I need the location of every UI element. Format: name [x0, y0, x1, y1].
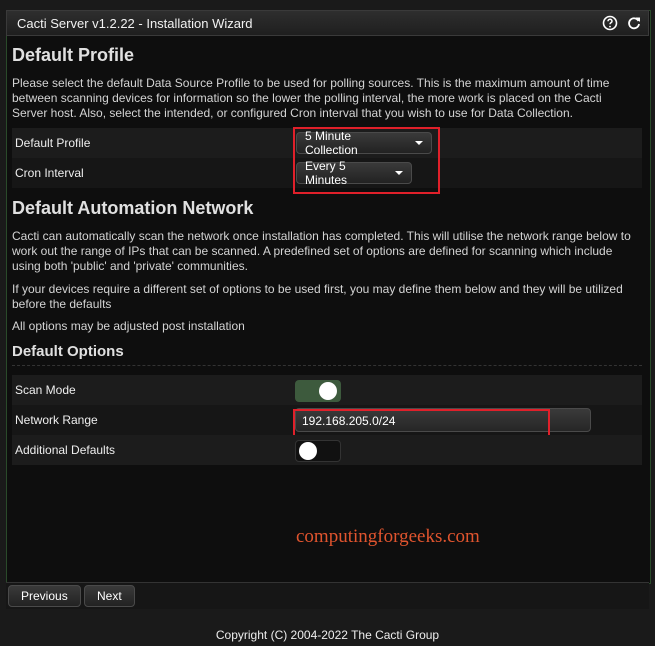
default-profile-label: Default Profile [15, 136, 91, 150]
default-profile-heading: Default Profile [12, 45, 135, 65]
highlight-box-network [293, 409, 550, 437]
automation-para-3: All options may be adjusted post install… [12, 319, 245, 333]
scan-mode-toggle[interactable] [295, 380, 341, 402]
additional-defaults-row: Additional Defaults [12, 435, 642, 465]
default-options-heading: Default Options [12, 343, 124, 360]
highlight-box-profile [293, 127, 440, 194]
automation-para-1: Cacti can automatically scan the network… [12, 229, 631, 273]
additional-defaults-toggle[interactable] [295, 440, 341, 462]
title-bar: Cacti Server v1.2.22 - Installation Wiza… [6, 10, 649, 36]
toggle-knob [319, 382, 337, 400]
refresh-icon[interactable] [626, 15, 642, 31]
additional-defaults-label: Additional Defaults [15, 443, 116, 457]
default-profile-description: Please select the default Data Source Pr… [12, 76, 610, 120]
cron-interval-label: Cron Interval [15, 166, 84, 180]
window-title: Cacti Server v1.2.22 - Installation Wiza… [17, 16, 253, 31]
automation-para-2: If your devices require a different set … [12, 282, 623, 311]
watermark: computingforgeeks.com [296, 526, 480, 547]
wizard-footer: Previous Next [6, 582, 649, 609]
scan-mode-row: Scan Mode [12, 375, 642, 405]
toggle-knob [299, 442, 317, 460]
previous-button[interactable]: Previous [8, 585, 81, 607]
scan-mode-label: Scan Mode [15, 383, 76, 397]
divider [12, 365, 642, 367]
automation-heading: Default Automation Network [12, 198, 254, 218]
next-button[interactable]: Next [84, 585, 135, 607]
network-range-label: Network Range [15, 413, 98, 427]
help-icon[interactable] [602, 15, 618, 31]
copyright: Copyright (C) 2004-2022 The Cacti Group [215, 628, 440, 642]
